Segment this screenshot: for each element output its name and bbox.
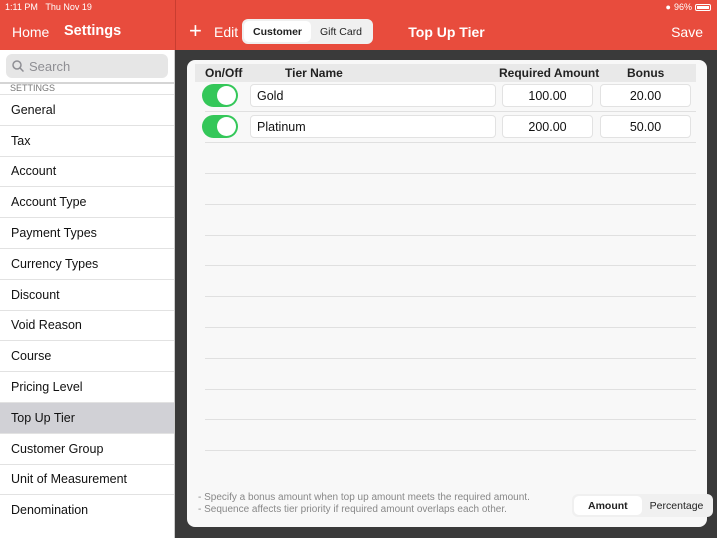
status-time: 1:11 PM Thu Nov 19	[5, 2, 92, 12]
sidebar-item-label: Discount	[11, 287, 60, 302]
nav-bar: Home Settings Top Up Tier + Edit Custome…	[0, 0, 717, 50]
header-required-amount: Required Amount	[499, 66, 600, 80]
sidebar-item-denomination[interactable]: Denomination	[0, 494, 174, 525]
required-amount-field[interactable]: 200.00	[502, 115, 593, 138]
bonus-field[interactable]: 50.00	[600, 115, 691, 138]
sidebar-item-label: Top Up Tier	[11, 410, 75, 425]
row-separator	[205, 357, 696, 359]
search-icon	[12, 60, 24, 72]
header-bonus: Bonus	[627, 66, 665, 80]
tier-panel: On/Off Tier Name Required Amount Bonus G…	[187, 60, 714, 527]
sidebar-item-unit-of-measurement[interactable]: Unit of Measurement	[0, 463, 174, 495]
notes: - Specify a bonus amount when top up amo…	[198, 492, 530, 516]
search-input[interactable]: Search	[6, 54, 168, 78]
sidebar-item-label: Denomination	[11, 503, 89, 518]
sidebar-item-currency-types[interactable]: Currency Types	[0, 247, 174, 279]
section-header: SETTINGS	[0, 82, 174, 94]
type-segmented-control: Customer Gift Card	[242, 19, 374, 44]
edit-button[interactable]: Edit	[214, 24, 238, 40]
row-separator	[205, 388, 696, 390]
sidebar-item-label: Pricing Level	[11, 380, 83, 395]
status-right: ● 96%	[666, 2, 711, 12]
row-separator	[205, 419, 696, 421]
sidebar-item-label: Account Type	[11, 195, 87, 210]
table-header: On/Off Tier Name Required Amount Bonus	[195, 64, 696, 82]
bonus-field[interactable]: 20.00	[600, 84, 691, 107]
row-separator	[205, 450, 696, 452]
sidebar-item-label: Payment Types	[11, 226, 97, 241]
sidebar-item-label: Tax	[11, 133, 31, 148]
sidebar-item-tax[interactable]: Tax	[0, 124, 174, 156]
sidebar-item-label: Course	[11, 349, 52, 364]
status-bar: 1:11 PM Thu Nov 19 ● 96%	[0, 0, 717, 14]
on-off-toggle[interactable]	[202, 115, 238, 138]
row-separator	[205, 265, 696, 267]
add-icon[interactable]: +	[189, 18, 202, 44]
sidebar-item-label: Customer Group	[11, 441, 104, 456]
battery-icon	[695, 3, 711, 11]
note: - Sequence affects tier priority if requ…	[198, 504, 507, 515]
tab-amount[interactable]: Amount	[574, 496, 642, 515]
tab-customer[interactable]: Customer	[244, 21, 312, 42]
sidebar-item-label: Void Reason	[11, 318, 82, 333]
header-tier-name: Tier Name	[285, 66, 343, 80]
tier-name-field[interactable]: Gold	[250, 84, 496, 107]
sidebar-item-discount[interactable]: Discount	[0, 278, 174, 310]
sidebar-item-payment-types[interactable]: Payment Types	[0, 217, 174, 248]
save-button[interactable]: Save	[671, 24, 703, 40]
sidebar-item-top-up-tier[interactable]: Top Up Tier	[0, 401, 174, 433]
on-off-toggle[interactable]	[202, 84, 238, 107]
table-row: Gold 100.00 20.00	[202, 81, 696, 112]
row-separator	[205, 203, 696, 205]
sidebar-item-account-type[interactable]: Account Type	[0, 186, 174, 217]
sidebar-item-label: Currency Types	[11, 256, 99, 271]
row-separator	[205, 173, 696, 174]
row-separator	[205, 234, 696, 236]
wifi-icon: ●	[665, 2, 671, 12]
sidebar-item-void-reason[interactable]: Void Reason	[0, 309, 174, 341]
sidebar-item-label: General	[11, 102, 56, 117]
header-on-off: On/Off	[205, 66, 243, 80]
row-separator	[205, 296, 696, 298]
sidebar-item-course[interactable]: Course	[0, 340, 174, 371]
search-placeholder: Search	[29, 58, 71, 74]
sidebar: Search SETTINGS General Tax Account Account…	[0, 50, 175, 538]
tab-percentage[interactable]: Percentage	[642, 496, 712, 515]
table-row: Platinum 200.00 50.00	[202, 112, 696, 143]
sidebar-item-label: Account	[11, 164, 57, 179]
sidebar-item-customer-group[interactable]: Customer Group	[0, 432, 174, 464]
sidebar-item-pricing-level[interactable]: Pricing Level	[0, 371, 174, 402]
tier-name-field[interactable]: Platinum	[250, 115, 496, 138]
sidebar-item-label: Unit of Measurement	[11, 472, 128, 487]
note: - Specify a bonus amount when top up amo…	[198, 492, 530, 503]
row-separator	[205, 327, 696, 328]
sidebar-item-general[interactable]: General	[0, 94, 174, 125]
sidebar-item-account[interactable]: Account	[0, 155, 174, 187]
bonus-type-segmented-control: Amount Percentage	[572, 494, 714, 517]
tab-gift-card[interactable]: Gift Card	[311, 21, 371, 42]
required-amount-field[interactable]: 100.00	[502, 84, 593, 107]
